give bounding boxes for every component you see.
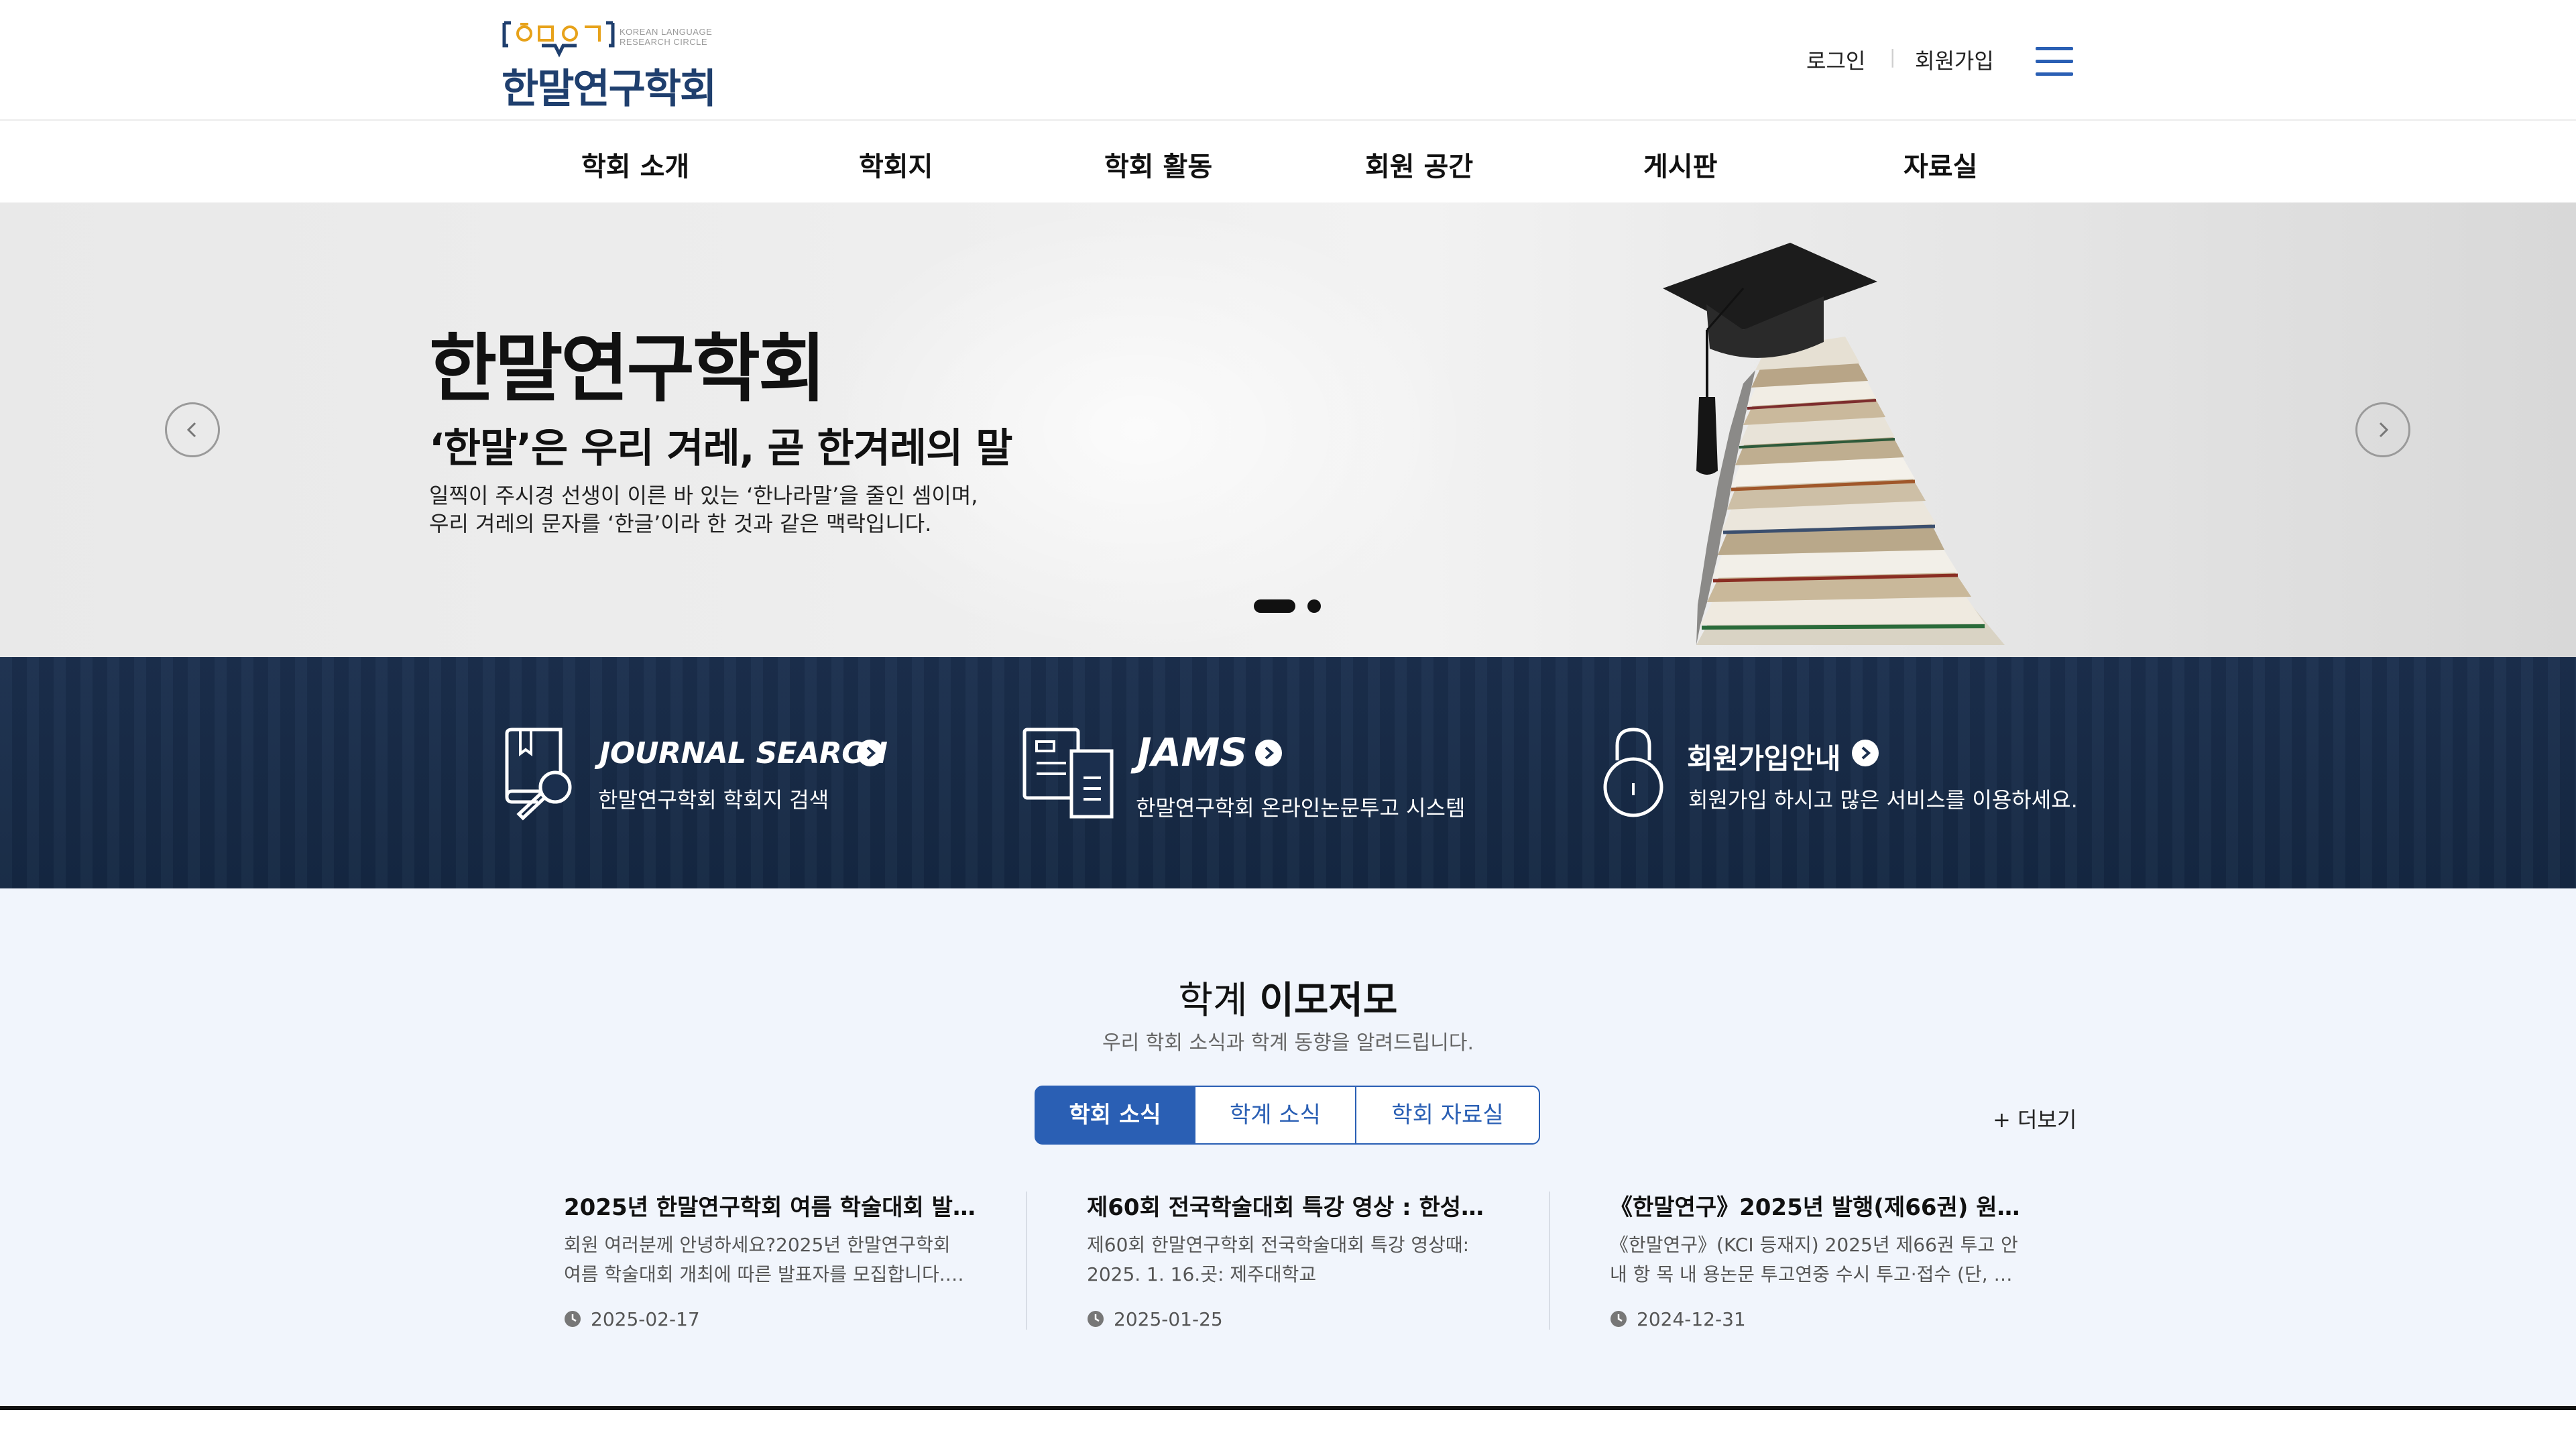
news-card-title: 《한말연구》2025년 발행(제66권) 원고를 모집합니다 bbox=[1610, 1194, 2026, 1221]
news-card[interactable]: 《한말연구》2025년 발행(제66권) 원고를 모집합니다 《한말연구》(KC… bbox=[1610, 1189, 2039, 1336]
quick-link-desc: 한말연구학회 학회지 검색 bbox=[598, 787, 829, 813]
logo-english-line2: RESEARCH CIRCLE bbox=[620, 37, 708, 47]
util-separator: | bbox=[1889, 46, 1896, 68]
hero-description-line2: 우리 겨레의 문자를 ‘한글’이라 한 것과 같은 맥락입니다. bbox=[429, 511, 932, 536]
hero-subtitle: ‘한말’은 우리 겨레, 곧 한겨레의 말 bbox=[429, 425, 1012, 472]
news-card-title: 제60회 전국학술대회 특강 영상 : 한성우(인하대학교) bbox=[1087, 1194, 1503, 1221]
clock-icon bbox=[1088, 1311, 1104, 1327]
main-nav: 학회 소개 학회지 학회 활동 회원 공간 게시판 자료실 bbox=[0, 121, 2576, 202]
quick-link-journal-search[interactable]: JOURNAL SEARCH 한말연구학회 학회지 검색 bbox=[502, 657, 917, 888]
signup-link[interactable]: 회원가입 bbox=[1915, 44, 1994, 75]
login-link[interactable]: 로그인 bbox=[1806, 44, 1865, 75]
nav-item-journal[interactable]: 학회지 bbox=[859, 145, 933, 184]
card-divider bbox=[1026, 1192, 1027, 1330]
hero-description: 일찍이 주시경 선생이 이른 바 있는 ‘한나라말’을 줄인 셈이며, 우리 겨… bbox=[429, 481, 978, 538]
news-card-date: 2025-01-25 bbox=[1114, 1308, 1223, 1330]
news-card-body: 《한말연구》(KCI 등재지) 2025년 제66권 투고 안내 항 목 내 용… bbox=[1610, 1234, 2018, 1285]
news-card[interactable]: 제60회 전국학술대회 특강 영상 : 한성우(인하대학교) 제60회 한말연구… bbox=[1087, 1189, 1516, 1336]
nav-item-members[interactable]: 회원 공간 bbox=[1365, 145, 1473, 184]
quick-links: JOURNAL SEARCH 한말연구학회 학회지 검색 JAMS 한말연구학회… bbox=[0, 657, 2576, 888]
section-subtitle: 우리 학회 소식과 학계 동향을 알려드립니다. bbox=[1102, 1031, 1474, 1055]
logo-english-line1: KOREAN LANGUAGE bbox=[620, 27, 713, 37]
tab-academic-news[interactable]: 학계 소식 bbox=[1194, 1086, 1356, 1145]
quick-link-jams[interactable]: JAMS 한말연구학회 온라인논문투고 시스템 bbox=[1022, 657, 1491, 888]
clock-icon bbox=[565, 1311, 581, 1327]
documents-icon bbox=[1022, 728, 1114, 819]
nav-item-archive[interactable]: 자료실 bbox=[1904, 145, 1977, 184]
news-card-date: 2024-12-31 bbox=[1637, 1308, 1746, 1330]
quick-link-membership[interactable]: 회원가입안내 회원가입 하시고 많은 서비스를 이용하세요. bbox=[1601, 657, 2084, 888]
quick-link-title: JAMS bbox=[1137, 730, 1247, 775]
hamburger-icon[interactable] bbox=[2036, 46, 2073, 78]
arrow-right-circle-icon bbox=[1852, 740, 1879, 766]
news-card-body: 회원 여러분께 안녕하세요?2025년 한말연구학회 여름 학술대회 개최에 따… bbox=[564, 1234, 963, 1285]
site-logo[interactable]: KOREAN LANGUAGE RESEARCH CIRCLE 한말연구학회 bbox=[502, 19, 723, 113]
logo-english: KOREAN LANGUAGE RESEARCH CIRCLE bbox=[620, 27, 712, 47]
slider-dot-1[interactable] bbox=[1254, 599, 1295, 613]
chevron-left-icon bbox=[186, 422, 196, 438]
section-title: 학계 이모저모 bbox=[0, 970, 2576, 1025]
quick-link-desc: 한말연구학회 온라인논문투고 시스템 bbox=[1136, 795, 1466, 821]
lock-icon bbox=[1603, 728, 1663, 817]
nav-item-activities[interactable]: 학회 활동 bbox=[1104, 145, 1212, 184]
site-header: KOREAN LANGUAGE RESEARCH CIRCLE 한말연구학회 로… bbox=[0, 0, 2576, 121]
logo-text: 한말연구학회 bbox=[502, 66, 717, 113]
news-card-title: 2025년 한말연구학회 여름 학술대회 발표자 모집 bbox=[564, 1194, 980, 1221]
nav-item-about[interactable]: 학회 소개 bbox=[581, 145, 689, 184]
arrow-right-circle-icon bbox=[857, 740, 884, 766]
more-link[interactable]: + 더보기 bbox=[1993, 1103, 2076, 1134]
chevron-right-icon bbox=[2379, 422, 2389, 438]
news-card-date: 2025-02-17 bbox=[591, 1308, 700, 1330]
section-title-light: 학계 bbox=[1178, 979, 1260, 1023]
hero-prev-button[interactable] bbox=[165, 402, 220, 457]
nav-item-board[interactable]: 게시판 bbox=[1643, 145, 1717, 184]
quick-link-title: 회원가입안내 bbox=[1687, 742, 1840, 775]
quick-link-title: JOURNAL SEARCH bbox=[599, 736, 888, 770]
tab-society-archive[interactable]: 학회 자료실 bbox=[1355, 1086, 1540, 1145]
card-divider bbox=[1549, 1192, 1550, 1330]
news-card[interactable]: 2025년 한말연구학회 여름 학술대회 발표자 모집 회원 여러분께 안녕하세… bbox=[564, 1189, 993, 1336]
book-search-icon bbox=[505, 728, 572, 821]
section-title-bold: 이모저모 bbox=[1259, 979, 1398, 1023]
logo-mark-icon bbox=[502, 21, 615, 58]
books-icon bbox=[1696, 337, 2005, 645]
arrow-right-circle-icon bbox=[1255, 740, 1282, 766]
hero-next-button[interactable] bbox=[2355, 402, 2410, 457]
tab-society-news[interactable]: 학회 소식 bbox=[1035, 1086, 1195, 1145]
footer-area bbox=[0, 1410, 2576, 1449]
quick-link-desc: 회원가입 하시고 많은 서비스를 이용하세요. bbox=[1688, 787, 2078, 813]
news-section: 학계 이모저모 우리 학회 소식과 학계 동향을 알려드립니다. 학회 소식 학… bbox=[0, 888, 2576, 1406]
hero-slider: 한말연구학회 ‘한말’은 우리 겨레, 곧 한겨레의 말 일찍이 주시경 선생이… bbox=[0, 202, 2576, 657]
book-stack-illustration bbox=[1663, 243, 2005, 645]
news-card-body: 제60회 한말연구학회 전국학술대회 특강 영상때: 2025. 1. 16.곳… bbox=[1087, 1234, 1470, 1285]
hero-description-line1: 일찍이 주시경 선생이 이른 바 있는 ‘한나라말’을 줄인 셈이며, bbox=[429, 483, 978, 508]
slider-dot-2[interactable] bbox=[1307, 599, 1321, 613]
clock-icon bbox=[1611, 1311, 1627, 1327]
hero-title: 한말연구학회 bbox=[429, 326, 826, 412]
